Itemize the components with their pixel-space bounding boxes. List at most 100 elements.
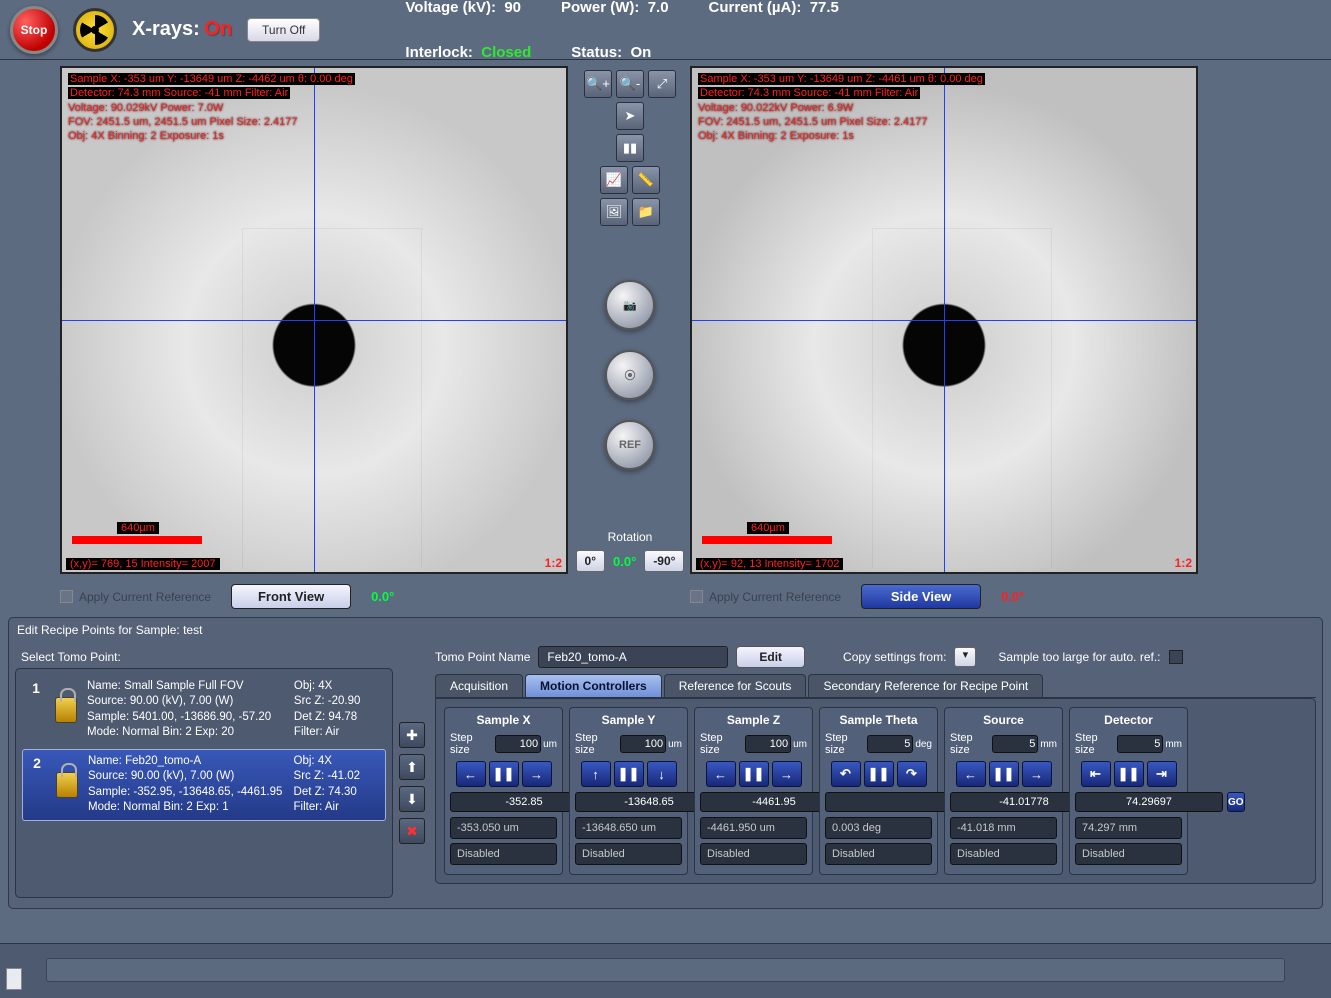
- stop-motion-button[interactable]: ❚❚: [489, 761, 519, 787]
- status-bar: [0, 943, 1331, 998]
- status-value: On: [630, 44, 651, 61]
- chart-icon[interactable]: 📈: [600, 166, 628, 194]
- copy-from-dropdown[interactable]: ▾: [954, 647, 976, 667]
- camera-button[interactable]: 📷: [605, 280, 655, 330]
- center-toolbar: 🔍+ 🔍- ⤢ ➤ ▮▮ 📈 📏 🖼 📁 📷 ⦿ REF Rotation 0°…: [580, 66, 680, 609]
- actual-position: -41.018 mm: [950, 817, 1057, 839]
- move-pos-button[interactable]: ↓: [647, 761, 677, 787]
- header-stats: Voltage (kV): 90 Power (W): 7.0 Current …: [405, 0, 839, 61]
- actual-position: -13648.650 um: [575, 817, 682, 839]
- move-pos-button[interactable]: ↷: [897, 761, 927, 787]
- step-size-input[interactable]: [745, 735, 791, 753]
- tomo-points-list: 1 Name: Small Sample Full FOVObj: 4X Sou…: [15, 668, 393, 898]
- stop-motion-button[interactable]: ❚❚: [864, 761, 894, 787]
- add-point-button[interactable]: ✚: [399, 722, 425, 748]
- delete-point-button[interactable]: ✖: [399, 818, 425, 844]
- motion-state: Disabled: [700, 843, 807, 865]
- stop-motion-button[interactable]: ❚❚: [989, 761, 1019, 787]
- tomo-point-2[interactable]: 2 Name: Feb20_tomo-AObj: 4X Source: 90.0…: [22, 749, 386, 821]
- front-view-button[interactable]: Front View: [231, 584, 351, 609]
- zoom-out-icon[interactable]: 🔍-: [616, 70, 644, 98]
- target-position-input[interactable]: [1075, 792, 1223, 812]
- checkbox-icon[interactable]: [60, 590, 73, 603]
- move-neg-button[interactable]: ←: [706, 761, 736, 787]
- move-pos-button[interactable]: →: [772, 761, 802, 787]
- move-neg-button[interactable]: ↑: [581, 761, 611, 787]
- power-value: 7.0: [648, 0, 669, 16]
- tab-ref-scouts[interactable]: Reference for Scouts: [664, 674, 807, 697]
- stop-button[interactable]: Stop: [10, 6, 58, 54]
- zoom-fit-icon[interactable]: ⤢: [648, 70, 676, 98]
- side-apply-ref[interactable]: Apply Current Reference: [690, 590, 841, 604]
- motion-col-sample-theta: Sample ThetaStep sizedeg↶❚❚↷GO0.003 degD…: [819, 707, 938, 875]
- step-size-input[interactable]: [867, 735, 913, 753]
- tomo-point-1[interactable]: 1 Name: Small Sample Full FOVObj: 4X Sou…: [22, 675, 386, 745]
- actual-position: 74.297 mm: [1075, 817, 1182, 839]
- tab-secondary-ref[interactable]: Secondary Reference for Recipe Point: [808, 674, 1043, 697]
- move-neg-button[interactable]: ⇤: [1081, 761, 1111, 787]
- open-folder-icon[interactable]: 📁: [632, 198, 660, 226]
- mini-window-icon[interactable]: [6, 968, 22, 990]
- checkbox-icon[interactable]: [690, 590, 703, 603]
- ref-button[interactable]: REF: [605, 420, 655, 470]
- move-pos-button[interactable]: →: [522, 761, 552, 787]
- motion-label: Sample Y: [575, 713, 682, 727]
- step-size-input[interactable]: [1117, 735, 1163, 753]
- tomo-name-input[interactable]: [538, 646, 728, 668]
- motion-label: Sample X: [450, 713, 557, 727]
- current-value: 77.5: [810, 0, 839, 16]
- step-size-input[interactable]: [495, 735, 541, 753]
- save-image-icon[interactable]: 🖼: [600, 198, 628, 226]
- side-view-button[interactable]: Side View: [861, 584, 981, 609]
- motion-state: Disabled: [1075, 843, 1182, 865]
- lock-icon[interactable]: [55, 697, 77, 723]
- move-down-button[interactable]: ⬇: [399, 786, 425, 812]
- move-neg-button[interactable]: ←: [956, 761, 986, 787]
- front-ratio: 1:2: [545, 556, 562, 570]
- crosshair-h: [62, 320, 566, 321]
- tab-motion[interactable]: Motion Controllers: [525, 674, 662, 697]
- turn-off-button[interactable]: Turn Off: [247, 18, 320, 42]
- tab-acquisition[interactable]: Acquisition: [435, 674, 523, 697]
- snapshot-button[interactable]: ⦿: [605, 350, 655, 400]
- histogram-icon[interactable]: ▮▮: [616, 134, 644, 162]
- move-up-button[interactable]: ⬆: [399, 754, 425, 780]
- front-apply-ref[interactable]: Apply Current Reference: [60, 590, 211, 604]
- motion-col-sample-z: Sample ZStep sizeum←❚❚→GO-4461.950 umDis…: [694, 707, 813, 875]
- rotation-minus90-button[interactable]: -90°: [644, 550, 684, 572]
- lock-icon[interactable]: [56, 772, 78, 798]
- voltage-label: Voltage (kV):: [405, 0, 496, 16]
- xray-label: X-rays:: [132, 18, 200, 40]
- too-large-checkbox[interactable]: [1169, 650, 1183, 664]
- stop-motion-button[interactable]: ❚❚: [739, 761, 769, 787]
- interlock-label: Interlock:: [405, 44, 473, 61]
- front-view-panel: Sample X: -353 um Y: -13649 um Z: -4462 …: [60, 66, 570, 609]
- step-size-input[interactable]: [992, 735, 1038, 753]
- stop-motion-button[interactable]: ❚❚: [1114, 761, 1144, 787]
- side-view-image[interactable]: Sample X: -353 um Y: -13649 um Z: -4461 …: [690, 66, 1198, 574]
- power-label: Power (W):: [561, 0, 639, 16]
- rotation-0-button[interactable]: 0°: [576, 550, 605, 572]
- front-view-image[interactable]: Sample X: -353 um Y: -13649 um Z: -4462 …: [60, 66, 568, 574]
- move-neg-button[interactable]: ←: [456, 761, 486, 787]
- too-large-label: Sample too large for auto. ref.:: [998, 650, 1160, 664]
- edit-button[interactable]: Edit: [736, 646, 805, 668]
- ruler-icon[interactable]: 📏: [632, 166, 660, 194]
- recipe-panel: Edit Recipe Points for Sample: test Sele…: [8, 617, 1323, 909]
- rotation-current: 0.0°: [613, 554, 636, 569]
- go-button[interactable]: GO: [1227, 792, 1245, 812]
- header-bar: Stop X-rays: On Turn Off Voltage (kV): 9…: [0, 0, 1331, 60]
- move-pos-button[interactable]: ⇥: [1147, 761, 1177, 787]
- move-pos-button[interactable]: →: [1022, 761, 1052, 787]
- side-angle: 0.0°: [1001, 589, 1024, 604]
- current-label: Current (µA):: [709, 0, 802, 16]
- zoom-in-icon[interactable]: 🔍+: [584, 70, 612, 98]
- front-readout: (x,y)= 769, 15 Intensity= 2007: [66, 558, 220, 570]
- side-scale-bar: [702, 536, 832, 544]
- rotation-label: Rotation: [608, 530, 653, 544]
- pointer-icon[interactable]: ➤: [616, 102, 644, 130]
- step-size-input[interactable]: [620, 735, 666, 753]
- stop-motion-button[interactable]: ❚❚: [614, 761, 644, 787]
- tomo-name-label: Tomo Point Name: [435, 650, 530, 664]
- move-neg-button[interactable]: ↶: [831, 761, 861, 787]
